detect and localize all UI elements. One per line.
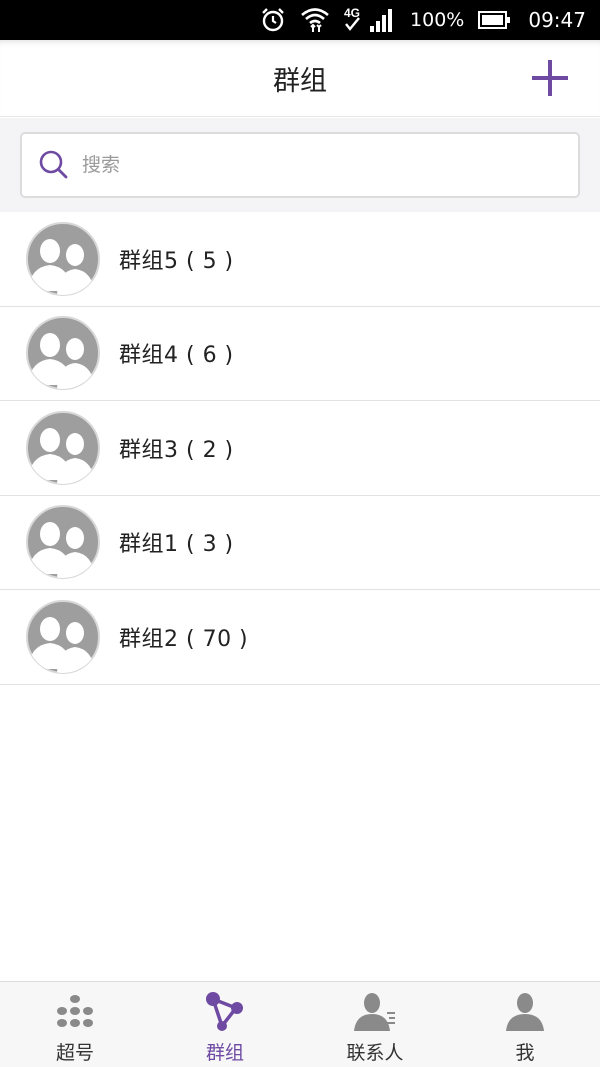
group-avatar-icon (26, 221, 100, 296)
list-item[interactable]: 群组5 ( 5 ) (0, 212, 600, 307)
dialpad-icon (57, 995, 93, 1027)
plus-icon (532, 60, 568, 96)
tab-label: 联系人 (346, 1042, 404, 1064)
search-box[interactable] (20, 132, 580, 198)
battery-percent: 100% (410, 9, 465, 31)
group-name: 群组5 ( 5 ) (119, 248, 234, 274)
clock: 09:47 (528, 8, 586, 32)
battery-icon (478, 11, 511, 29)
list-item[interactable]: 群组4 ( 6 ) (0, 306, 600, 401)
group-name: 群组3 ( 2 ) (119, 437, 234, 463)
group-list: 群组5 ( 5 ) 群组4 ( 6 ) 群组3 ( 2 ) 群组1 (3) … (0, 212, 600, 685)
group-network-icon (206, 992, 243, 1031)
page-title: 群组 (273, 66, 327, 97)
search-area (0, 118, 600, 212)
status-bar: 4G 100% 09:47 (0, 0, 600, 40)
person-icon (506, 993, 544, 1031)
group-avatar-icon (26, 599, 100, 674)
tab-me[interactable]: 我 (450, 982, 600, 1067)
alarm-icon (262, 8, 284, 32)
group-avatar-icon (26, 410, 100, 485)
tab-label: 群组 (205, 1042, 244, 1064)
tab-groups[interactable]: 群组 (150, 982, 300, 1067)
group-name: 群组1 ( 3 ) (119, 532, 234, 558)
wifi-icon (301, 8, 329, 32)
list-item[interactable]: 群组2 ( 70 ) (0, 590, 600, 685)
header: 群组 (0, 40, 600, 117)
tab-label: 超号 (55, 1042, 94, 1064)
signal-4g-icon: 4G (344, 6, 393, 32)
group-name: 群组4 ( 6 ) (119, 343, 234, 369)
list-item[interactable]: 群组3 ( 2 ) (0, 401, 600, 496)
tab-super-number[interactable]: 超号 (0, 982, 150, 1067)
tab-label: 我 (515, 1042, 535, 1064)
group-avatar-icon (26, 316, 100, 391)
group-avatar-icon (26, 505, 100, 580)
contacts-icon (354, 993, 395, 1031)
group-name: 群组2 ( 70 ) (119, 626, 249, 652)
search-input[interactable] (82, 154, 542, 176)
bottom-tab-bar: 超号 群组 联系人 我 (0, 981, 600, 1067)
add-group-button[interactable] (532, 60, 568, 96)
search-icon (39, 150, 68, 179)
tab-contacts[interactable]: 联系人 (300, 982, 450, 1067)
list-item[interactable]: 群组1 ( 3 ) (0, 495, 600, 590)
